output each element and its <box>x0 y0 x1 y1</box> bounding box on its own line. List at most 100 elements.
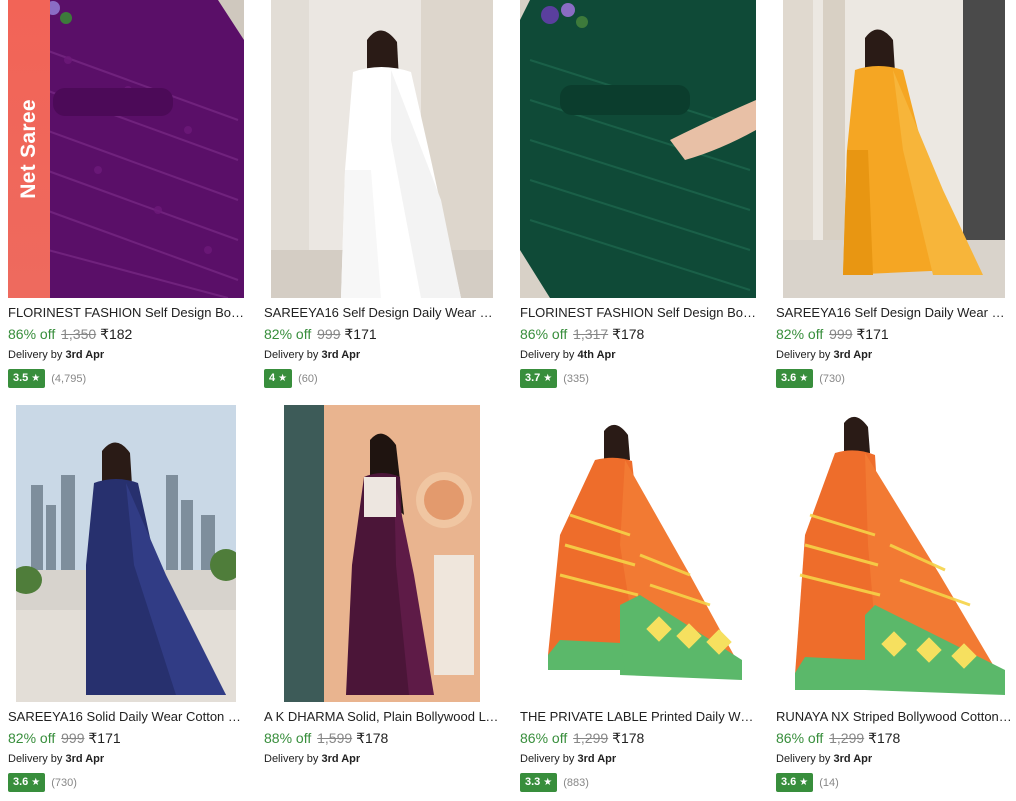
selling-price: ₹171 <box>88 730 121 746</box>
rating-badge: 4 ★ <box>264 369 293 388</box>
delivery-date: 3rd Apr <box>321 349 361 361</box>
rating-count: (60) <box>298 372 318 385</box>
rating-row: 3.6 ★ (730) <box>8 773 252 792</box>
product-title[interactable]: FLORINEST FASHION Self Design Bollywood … <box>520 305 756 321</box>
product-card[interactable]: RUNAYA NX Striped Bollywood Cotton Silk … <box>768 403 1016 801</box>
rating-badge: 3.6 ★ <box>776 369 814 388</box>
delivery-date: 3rd Apr <box>65 349 105 361</box>
star-icon: ★ <box>543 373 553 384</box>
original-price: 1,350 <box>61 326 97 342</box>
rating-badge: 3.3 ★ <box>520 773 558 792</box>
original-price: 999 <box>317 326 341 342</box>
star-icon: ★ <box>543 777 553 788</box>
product-image[interactable] <box>776 405 1012 702</box>
rating-row: 3.3 ★ (883) <box>520 773 764 792</box>
product-title[interactable]: SAREEYA16 Self Design Daily Wear Net Sar… <box>264 305 500 321</box>
product-title[interactable]: SAREEYA16 Solid Daily Wear Cotton Silk S… <box>8 709 244 725</box>
star-icon: ★ <box>799 373 809 384</box>
product-card[interactable]: THE PRIVATE LABLE Printed Daily Wear Cot… <box>512 403 768 801</box>
delivery-info: Delivery by 3rd Apr <box>776 349 873 361</box>
delivery-date: 3rd Apr <box>833 753 873 765</box>
price-row: 86% off 1,299 ₹178 <box>520 729 764 747</box>
discount-percent: 82% off <box>264 326 312 342</box>
rating-count: (335) <box>563 372 589 385</box>
rating-badge: 3.6 ★ <box>8 773 46 792</box>
delivery-info: Delivery by 3rd Apr <box>8 753 105 765</box>
rating-row: 3.6 ★ (14) <box>776 773 1012 792</box>
selling-price: ₹178 <box>612 730 645 746</box>
delivery-info: Delivery by 3rd Apr <box>8 349 105 361</box>
discount-percent: 82% off <box>776 326 824 342</box>
product-grid: Net Saree FLORINEST FASHION Self Design … <box>0 0 1016 801</box>
product-card[interactable]: Net Saree FLORINEST FASHION Self Design … <box>0 0 256 403</box>
price-row: 82% off 999 ₹171 <box>8 729 252 747</box>
rating-row: 3.5 ★ (4,795) <box>8 369 252 388</box>
product-image[interactable] <box>264 0 500 298</box>
product-image[interactable] <box>520 405 756 702</box>
discount-percent: 82% off <box>8 730 56 746</box>
product-title[interactable]: A K DHARMA Solid, Plain Bollywood Lycra … <box>264 709 500 725</box>
star-icon: ★ <box>799 777 809 788</box>
delivery-date: 3rd Apr <box>65 753 105 765</box>
product-card[interactable]: SAREEYA16 Self Design Daily Wear Net Sar… <box>256 0 512 403</box>
product-image[interactable] <box>776 0 1012 298</box>
rating-row: 3.7 ★ (335) <box>520 369 764 388</box>
delivery-info: Delivery by 4th Apr <box>520 349 616 361</box>
delivery-date: 3rd Apr <box>577 753 617 765</box>
product-card[interactable]: SAREEYA16 Self Design Daily Wear Cotton … <box>768 0 1016 403</box>
rating-badge: 3.7 ★ <box>520 369 558 388</box>
selling-price: ₹178 <box>868 730 901 746</box>
delivery-date: 3rd Apr <box>321 753 361 765</box>
price-row: 82% off 999 ₹171 <box>264 325 508 343</box>
rating-count: (730) <box>819 372 845 385</box>
discount-percent: 86% off <box>520 730 568 746</box>
delivery-info: Delivery by 3rd Apr <box>264 349 361 361</box>
delivery-info: Delivery by 3rd Apr <box>776 753 873 765</box>
selling-price: ₹178 <box>612 326 645 342</box>
product-card[interactable]: A K DHARMA Solid, Plain Bollywood Lycra … <box>256 403 512 801</box>
original-price: 1,299 <box>573 730 609 746</box>
discount-percent: 86% off <box>776 730 824 746</box>
product-card[interactable]: FLORINEST FASHION Self Design Bollywood … <box>512 0 768 403</box>
original-price: 999 <box>829 326 853 342</box>
price-row: 86% off 1,299 ₹178 <box>776 729 1012 747</box>
rating-row: 3.6 ★ (730) <box>776 369 1012 388</box>
selling-price: ₹182 <box>100 326 133 342</box>
star-icon: ★ <box>31 373 41 384</box>
selling-price: ₹178 <box>356 730 389 746</box>
selling-price: ₹171 <box>856 326 889 342</box>
price-row: 88% off 1,599 ₹178 <box>264 729 508 747</box>
rating-count: (14) <box>819 776 839 789</box>
original-price: 999 <box>61 730 85 746</box>
category-ribbon: Net Saree <box>8 0 50 298</box>
delivery-info: Delivery by 3rd Apr <box>264 753 361 765</box>
product-title[interactable]: RUNAYA NX Striped Bollywood Cotton Silk … <box>776 709 1012 725</box>
original-price: 1,299 <box>829 730 865 746</box>
rating-row: 4 ★ (60) <box>264 369 508 388</box>
discount-percent: 86% off <box>520 326 568 342</box>
rating-badge: 3.6 ★ <box>776 773 814 792</box>
price-row: 82% off 999 ₹171 <box>776 325 1012 343</box>
product-title[interactable]: THE PRIVATE LABLE Printed Daily Wear Cot… <box>520 709 756 725</box>
product-image[interactable] <box>8 405 244 702</box>
rating-count: (730) <box>51 776 77 789</box>
delivery-date: 3rd Apr <box>833 349 873 361</box>
price-row: 86% off 1,350 ₹182 <box>8 325 252 343</box>
product-title[interactable]: SAREEYA16 Self Design Daily Wear Cotton … <box>776 305 1012 321</box>
original-price: 1,317 <box>573 326 609 342</box>
product-card[interactable]: SAREEYA16 Solid Daily Wear Cotton Silk S… <box>0 403 256 801</box>
delivery-info: Delivery by 3rd Apr <box>520 753 617 765</box>
product-image[interactable] <box>520 0 756 298</box>
original-price: 1,599 <box>317 730 353 746</box>
rating-badge: 3.5 ★ <box>8 369 46 388</box>
rating-count: (883) <box>563 776 589 789</box>
price-row: 86% off 1,317 ₹178 <box>520 325 764 343</box>
product-title[interactable]: FLORINEST FASHION Self Design Bollywood … <box>8 305 244 321</box>
product-image[interactable] <box>264 405 500 702</box>
discount-percent: 86% off <box>8 326 56 342</box>
discount-percent: 88% off <box>264 730 312 746</box>
selling-price: ₹171 <box>344 326 377 342</box>
delivery-date: 4th Apr <box>577 349 616 361</box>
star-icon: ★ <box>31 777 41 788</box>
star-icon: ★ <box>278 373 288 384</box>
